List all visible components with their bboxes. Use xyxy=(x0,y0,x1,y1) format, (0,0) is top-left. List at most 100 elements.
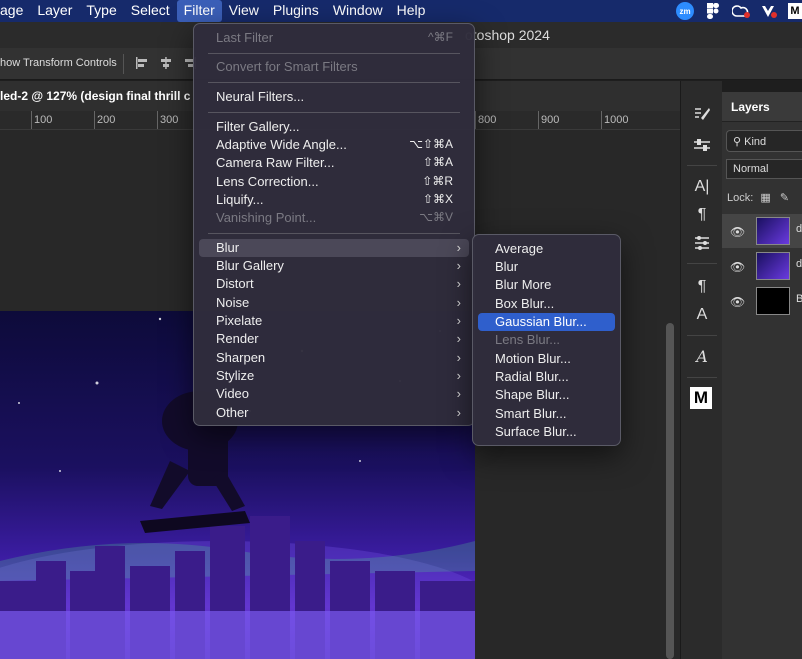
layer-thumbnail xyxy=(756,287,790,315)
ruler-tick: 900 xyxy=(537,111,560,129)
lock-row: Lock: ▦ ✎ xyxy=(727,191,789,204)
show-transform-controls-label[interactable]: how Transform Controls xyxy=(0,57,117,69)
menu-bar: age Layer Type Select Filter View Plugin… xyxy=(0,0,802,22)
ruler-tick: 800 xyxy=(474,111,497,129)
plugin-m-icon[interactable]: M xyxy=(690,387,712,409)
menu-item-lens-blur[interactable]: Lens Blur... xyxy=(478,331,615,349)
menu-item-video[interactable]: Video › xyxy=(199,385,469,403)
options-separator xyxy=(123,54,124,74)
character-styles-icon[interactable]: A xyxy=(692,305,712,325)
brush-presets-icon[interactable] xyxy=(692,105,712,125)
zoom-icon[interactable]: zm xyxy=(676,2,694,20)
menu-item-pixelate[interactable]: Pixelate › xyxy=(199,312,469,330)
menu-item-neural-filters[interactable]: Neural Filters... xyxy=(199,88,469,106)
menu-item-noise[interactable]: Noise › xyxy=(199,294,469,312)
menu-item-box-blur[interactable]: Box Blur... xyxy=(478,295,615,313)
chevron-right-icon: › xyxy=(456,405,461,420)
menu-item-convert-smart-filters[interactable]: Convert for Smart Filters xyxy=(199,58,469,76)
menu-item-surface-blur[interactable]: Surface Blur... xyxy=(478,423,615,441)
m-icon[interactable]: M xyxy=(788,3,802,19)
menu-select[interactable]: Select xyxy=(124,0,177,22)
menu-item-shape-blur[interactable]: Shape Blur... xyxy=(478,386,615,404)
menu-item-blur-simple[interactable]: Blur xyxy=(478,258,615,276)
figma-icon[interactable] xyxy=(704,2,722,20)
menu-item-distort[interactable]: Distort › xyxy=(199,275,469,293)
layer-name: d xyxy=(796,258,802,270)
align-left-icon[interactable] xyxy=(135,56,149,70)
menu-item-filter-gallery[interactable]: Filter Gallery... xyxy=(199,118,469,136)
chevron-right-icon: › xyxy=(456,331,461,346)
layers-tab[interactable]: Layers xyxy=(722,92,802,122)
ruler-tick: 300 xyxy=(156,111,179,129)
menu-item-blur[interactable]: Blur › xyxy=(199,239,469,257)
chevron-right-icon: › xyxy=(456,240,461,255)
document-tab-title: led-2 @ 127% (design final thrill c xyxy=(0,89,191,103)
lock-transparent-icon[interactable]: ▦ xyxy=(760,192,770,204)
properties-icon[interactable] xyxy=(692,233,712,253)
menu-divider xyxy=(208,82,460,83)
layer-row[interactable]: 👁 B xyxy=(722,284,802,318)
layer-filter-kind[interactable]: ⚲ Kind xyxy=(726,130,802,152)
menu-item-adaptive-wide-angle[interactable]: Adaptive Wide Angle... ⌥⇧⌘A xyxy=(199,136,469,154)
menu-divider xyxy=(208,233,460,234)
eye-icon[interactable]: 👁 xyxy=(730,225,745,239)
layer-row[interactable]: 👁 d xyxy=(722,249,802,283)
menu-plugins[interactable]: Plugins xyxy=(266,0,326,22)
menu-item-gaussian-blur[interactable]: Gaussian Blur... xyxy=(478,313,615,331)
menu-item-smart-blur[interactable]: Smart Blur... xyxy=(478,405,615,423)
eye-icon[interactable]: 👁 xyxy=(730,295,745,309)
tool-divider xyxy=(687,165,717,166)
layer-name: d xyxy=(796,223,802,235)
menu-item-vanishing-point[interactable]: Vanishing Point... ⌥⌘V xyxy=(199,209,469,227)
menu-item-last-filter[interactable]: Last Filter ^⌘F xyxy=(199,29,469,47)
layer-filter-kind-label: Kind xyxy=(744,136,767,148)
menu-item-liquify[interactable]: Liquify... ⇧⌘X xyxy=(199,191,469,209)
menu-divider xyxy=(208,112,460,113)
app-title: otoshop 2024 xyxy=(465,27,550,43)
menu-item-sharpen[interactable]: Sharpen › xyxy=(199,349,469,367)
chevron-right-icon: › xyxy=(456,295,461,310)
chevron-right-icon: › xyxy=(456,313,461,328)
search-icon: ⚲ xyxy=(733,136,742,148)
layer-thumbnail xyxy=(756,252,790,280)
adjustment-brush-icon[interactable] xyxy=(692,135,712,155)
filter-menu: Last Filter ^⌘F Convert for Smart Filters… xyxy=(193,23,475,426)
status-tray: zm M xyxy=(676,0,802,22)
chevron-right-icon: › xyxy=(456,386,461,401)
blend-mode-select[interactable]: Normal xyxy=(726,159,802,179)
menu-filter[interactable]: Filter xyxy=(176,0,222,22)
layer-thumbnail xyxy=(756,217,790,245)
character-icon[interactable]: A| xyxy=(692,177,712,197)
menu-window[interactable]: Window xyxy=(326,0,390,22)
menu-layer[interactable]: Layer xyxy=(30,0,79,22)
antivirus-icon[interactable] xyxy=(760,2,778,20)
paragraph-styles-icon[interactable]: ¶ xyxy=(692,277,712,297)
menu-view[interactable]: View xyxy=(222,0,266,22)
menu-image[interactable]: age xyxy=(0,0,30,22)
menu-item-other[interactable]: Other › xyxy=(199,404,469,422)
menu-item-lens-correction[interactable]: Lens Correction... ⇧⌘R xyxy=(199,173,469,191)
layer-row[interactable]: 👁 d xyxy=(722,214,802,248)
align-center-icon[interactable] xyxy=(159,56,173,70)
menu-item-motion-blur[interactable]: Motion Blur... xyxy=(478,350,615,368)
panel-tool-strip: A| ¶ ¶ A A M xyxy=(680,81,722,659)
tool-divider xyxy=(687,263,717,264)
paragraph-icon[interactable]: ¶ xyxy=(692,205,712,225)
blur-submenu: Average Blur Blur More Box Blur... Gauss… xyxy=(472,234,621,446)
tool-divider xyxy=(687,335,717,336)
eye-icon[interactable]: 👁 xyxy=(730,260,745,274)
menu-item-blur-more[interactable]: Blur More xyxy=(478,276,615,294)
menu-type[interactable]: Type xyxy=(79,0,123,22)
menu-item-radial-blur[interactable]: Radial Blur... xyxy=(478,368,615,386)
glyphs-icon[interactable]: A xyxy=(692,347,712,367)
menu-item-render[interactable]: Render › xyxy=(199,330,469,348)
creative-cloud-icon[interactable] xyxy=(732,2,750,20)
menu-item-average[interactable]: Average xyxy=(478,240,615,258)
menu-item-camera-raw[interactable]: Camera Raw Filter... ⇧⌘A xyxy=(199,154,469,172)
menu-item-stylize[interactable]: Stylize › xyxy=(199,367,469,385)
lock-brush-icon[interactable]: ✎ xyxy=(780,192,789,204)
menu-help[interactable]: Help xyxy=(390,0,433,22)
chevron-right-icon: › xyxy=(456,258,461,273)
menu-item-blur-gallery[interactable]: Blur Gallery › xyxy=(199,257,469,275)
canvas-scrollbar[interactable] xyxy=(666,323,674,659)
